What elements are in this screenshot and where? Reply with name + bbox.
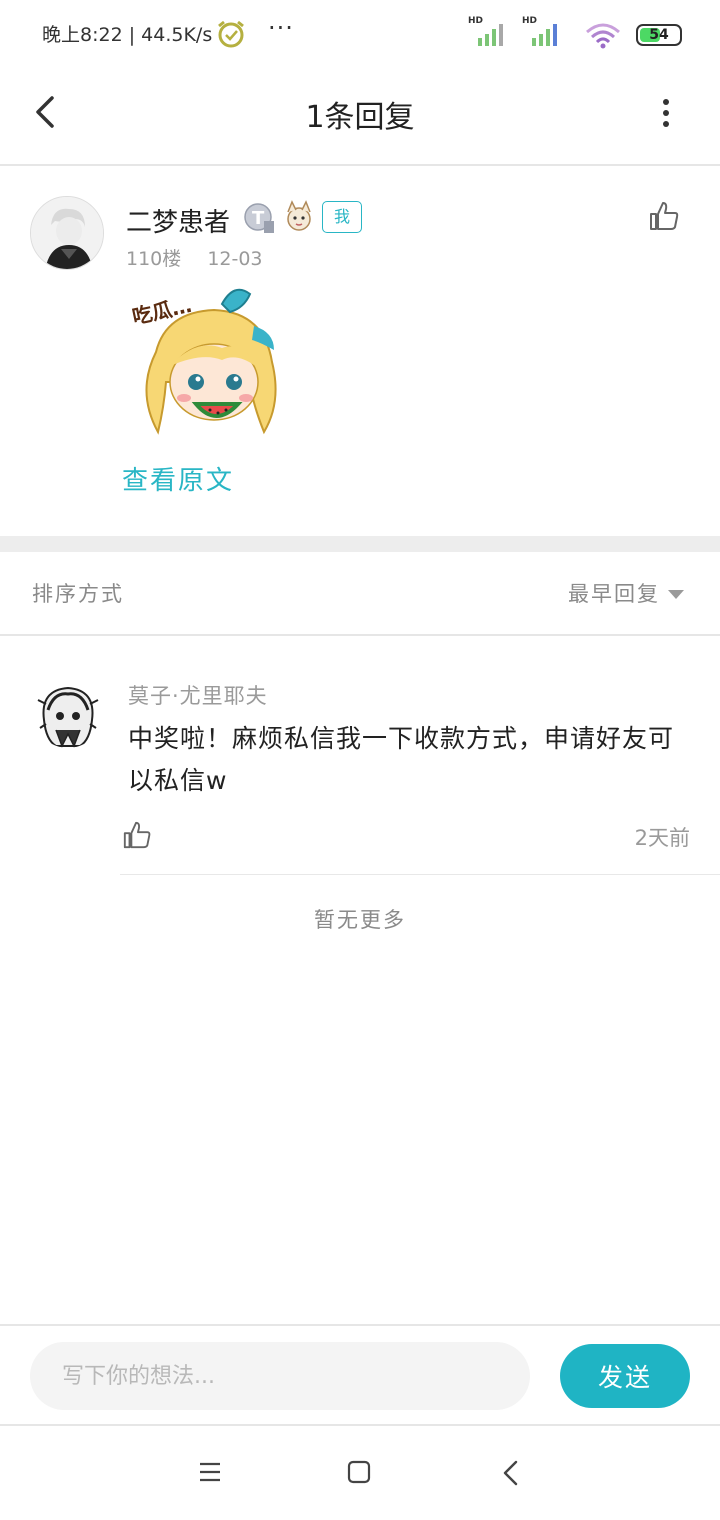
post-username[interactable]: 二梦患者: [126, 202, 230, 239]
reply-text: 中奖啦！麻烦私信我一下收款方式，申请好友可以私信w: [128, 724, 675, 795]
original-post: 二梦患者 T 我 110楼 12-03 吃瓜… 查看原文: [0, 166, 720, 536]
page-title: 1条回复: [305, 100, 415, 135]
no-more-label: 暂无更多: [314, 908, 406, 932]
battery-icon: 54: [636, 24, 682, 46]
reply-username[interactable]: 莫子·尤里耶夫: [128, 680, 268, 710]
status-more: ···: [268, 14, 294, 42]
status-bar: 晚上8:22 | 44.5K/s ··· HD HD 54: [0, 0, 720, 68]
wifi-icon: [586, 23, 620, 49]
level-badge-icon: T: [244, 203, 274, 233]
svg-text:T: T: [252, 208, 265, 229]
back-icon[interactable]: [500, 1460, 522, 1486]
avatar[interactable]: [34, 680, 102, 748]
avatar-image: [31, 197, 103, 269]
reply-item: 莫子·尤里耶夫 中奖啦！麻烦私信我一下收款方式，申请好友可以私信w 2天前: [0, 636, 720, 876]
sort-bar: 排序方式 最早回复: [0, 552, 720, 636]
sort-label: 排序方式: [32, 582, 124, 606]
menu-icon[interactable]: [198, 1460, 222, 1484]
sticker-image[interactable]: 吃瓜…: [126, 282, 286, 442]
alarm-icon: [218, 20, 244, 48]
signal-hd-label: HD: [522, 16, 537, 26]
section-divider: [0, 536, 720, 552]
caret-down-icon[interactable]: [668, 590, 684, 599]
compose-bar: 发送: [0, 1324, 720, 1424]
app-header: 1条回复: [0, 68, 720, 166]
view-original-link[interactable]: 查看原文: [122, 460, 234, 497]
more-vertical-icon[interactable]: [658, 98, 674, 128]
post-floor: 110楼: [126, 248, 182, 270]
me-tag: 我: [322, 201, 362, 233]
system-nav-bar: [0, 1424, 720, 1520]
post-date: 12-03: [207, 248, 263, 270]
post-meta: 110楼 12-03: [126, 244, 283, 271]
reply-time: 2天前: [634, 826, 690, 850]
avatar[interactable]: [30, 196, 104, 270]
signal-hd-label: HD: [468, 16, 483, 26]
comment-input[interactable]: [30, 1342, 530, 1410]
divider: [120, 874, 720, 875]
sort-select[interactable]: 最早回复: [568, 578, 660, 608]
pet-badge-icon: [287, 200, 311, 231]
signal-icon: HD: [468, 16, 503, 46]
battery-text: 54: [649, 27, 669, 43]
thumbs-up-icon[interactable]: [122, 820, 152, 850]
home-square-icon[interactable]: [347, 1460, 371, 1484]
status-time: 晚上8:22 | 44.5K/s: [42, 24, 213, 46]
send-button[interactable]: 发送: [560, 1344, 690, 1408]
avatar-image: [34, 680, 102, 748]
signal-icon: HD: [522, 16, 557, 46]
thumbs-up-icon[interactable]: [648, 200, 680, 232]
